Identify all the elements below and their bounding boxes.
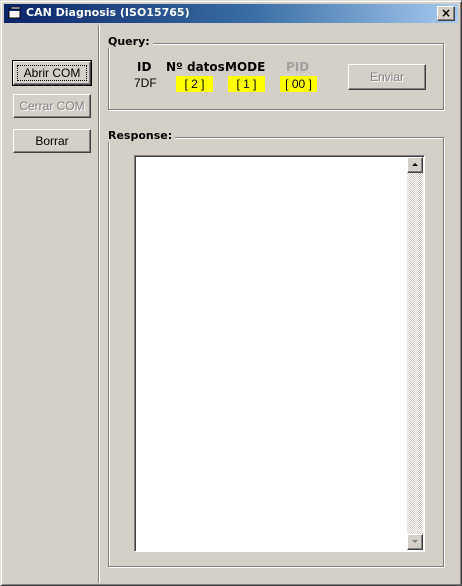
sidebar-separator (98, 25, 100, 583)
clear-label: Borrar (35, 134, 69, 148)
mode-value: 1 (243, 77, 250, 91)
focus-rectangle (17, 65, 87, 81)
close-com-button[interactable]: Cerrar COM (13, 94, 91, 118)
scroll-up-arrow-icon (412, 163, 418, 166)
app-window-icon (8, 6, 21, 19)
window-title: CAN Diagnosis (ISO15765) (26, 6, 190, 19)
ndatos-label: Nº datos (166, 60, 225, 74)
ndatos-field[interactable]: [ 2 ] (176, 76, 213, 92)
pid-label: PID (286, 60, 310, 74)
scroll-down-arrow-icon (412, 540, 418, 543)
pid-value: 00 (291, 77, 306, 91)
close-com-label: Cerrar COM (19, 99, 85, 113)
id-value: 7DF (134, 76, 157, 90)
title-bar[interactable]: CAN Diagnosis (ISO15765) (4, 4, 458, 23)
id-label: ID (137, 60, 152, 74)
mode-label: MODE (225, 60, 266, 74)
response-scrollbar[interactable] (407, 157, 423, 550)
mode-field[interactable]: [ 1 ] (228, 76, 265, 92)
close-icon: × (440, 6, 452, 20)
send-button[interactable]: Enviar (348, 64, 426, 90)
scroll-down-button[interactable] (407, 534, 423, 550)
open-com-button[interactable]: Abrir COM (12, 60, 92, 86)
close-button[interactable]: × (437, 6, 455, 21)
send-label: Enviar (369, 70, 404, 84)
ndatos-value: 2 (191, 77, 198, 91)
pid-field[interactable]: [ 00 ] (280, 76, 317, 92)
scroll-up-button[interactable] (407, 157, 423, 173)
query-group-label: Query: (105, 35, 153, 48)
clear-button[interactable]: Borrar (13, 129, 91, 153)
response-textarea[interactable] (134, 155, 425, 552)
main-window: CAN Diagnosis (ISO15765) × Abrir COM Cer… (0, 0, 462, 586)
response-group-label: Response: (105, 129, 176, 142)
